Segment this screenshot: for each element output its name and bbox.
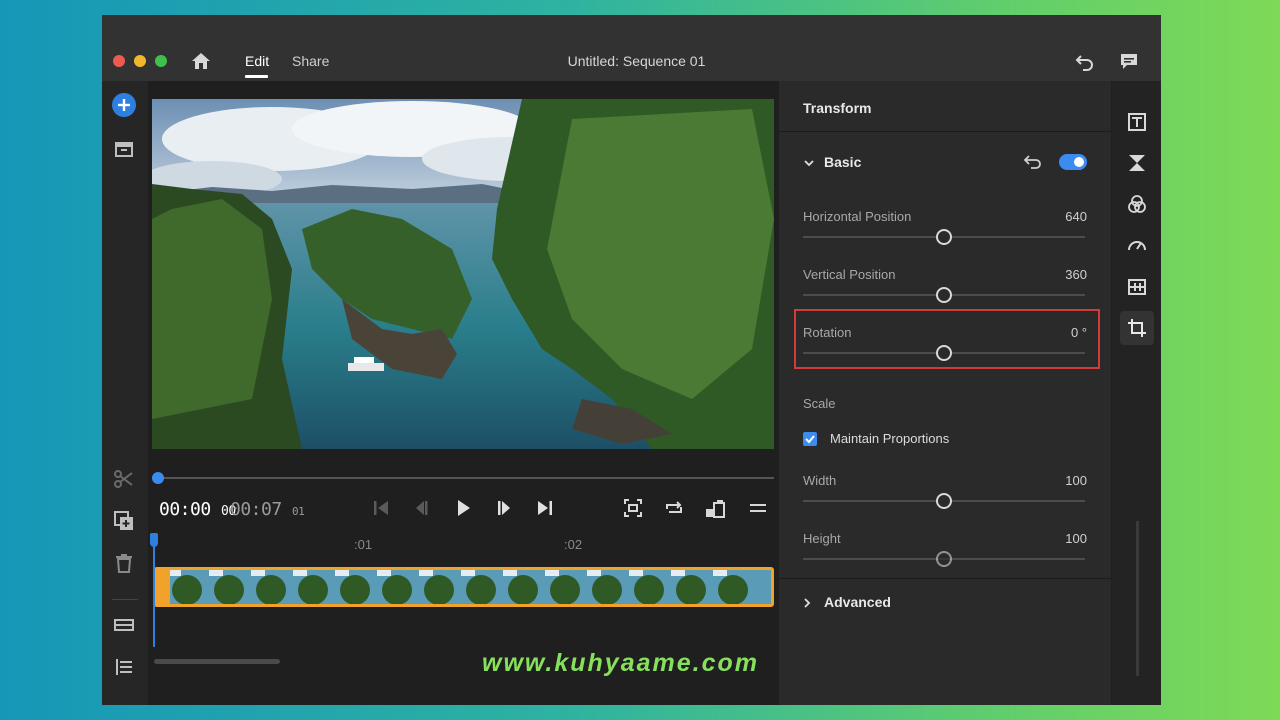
rotation-slider[interactable] xyxy=(803,345,1085,361)
toolbar-divider xyxy=(112,599,138,600)
list-icon[interactable] xyxy=(112,655,136,679)
panel-scrollbar[interactable] xyxy=(1136,521,1139,676)
advanced-section-label[interactable]: Advanced xyxy=(824,594,891,610)
undo-icon[interactable] xyxy=(1074,51,1096,71)
scrubber-track[interactable] xyxy=(158,477,774,479)
title-bar: Edit Share Untitled: Sequence 01 xyxy=(102,15,1161,81)
step-forward-icon[interactable] xyxy=(493,497,515,519)
left-toolbar xyxy=(102,81,148,705)
vertical-position-value[interactable]: 360 xyxy=(1065,267,1087,282)
height-label: Height xyxy=(803,531,841,546)
clip-trim-handle[interactable] xyxy=(154,567,170,607)
add-media-icon[interactable] xyxy=(112,93,136,117)
audio-icon[interactable] xyxy=(1126,276,1148,298)
height-knob[interactable] xyxy=(936,551,952,567)
rotation-value[interactable]: 0 ° xyxy=(1071,325,1087,340)
color-icon[interactable] xyxy=(1126,193,1148,215)
scrubber-handle[interactable] xyxy=(152,472,164,484)
ruler-mark-01: :01 xyxy=(354,537,373,552)
transitions-icon[interactable] xyxy=(1126,152,1148,174)
panel-divider xyxy=(779,131,1111,132)
height-value[interactable]: 100 xyxy=(1065,531,1087,546)
active-tab-indicator xyxy=(245,75,268,78)
horizontal-position-knob[interactable] xyxy=(936,229,952,245)
horizontal-position-slider[interactable] xyxy=(803,229,1085,245)
go-to-start-icon[interactable] xyxy=(370,497,392,519)
total-time: 00:07 xyxy=(230,499,282,520)
watermark-text: www.kuhyaame.com xyxy=(482,649,759,677)
playhead-line xyxy=(153,535,155,647)
title-icon[interactable] xyxy=(1126,111,1148,133)
go-to-end-icon[interactable] xyxy=(534,497,556,519)
width-knob[interactable] xyxy=(936,493,952,509)
video-preview[interactable] xyxy=(152,99,774,449)
video-clip[interactable] xyxy=(154,567,774,607)
height-slider[interactable] xyxy=(803,551,1085,567)
timeline-scrollbar[interactable] xyxy=(154,659,280,664)
panel-title: Transform xyxy=(803,100,872,116)
feedback-icon[interactable] xyxy=(1118,51,1140,71)
right-icon-strip xyxy=(1112,81,1161,705)
playhead-handle[interactable] xyxy=(150,533,158,547)
trash-icon[interactable] xyxy=(112,551,136,575)
app-window: Edit Share Untitled: Sequence 01 00:00 0… xyxy=(102,15,1161,705)
ruler-mark-02: :02 xyxy=(564,537,583,552)
vertical-position-label: Vertical Position xyxy=(803,267,896,282)
speed-icon[interactable] xyxy=(1126,234,1148,256)
menu-icon[interactable] xyxy=(747,497,769,519)
total-timecode: 00:07 01 xyxy=(230,499,305,520)
vertical-position-knob[interactable] xyxy=(936,287,952,303)
rotation-knob[interactable] xyxy=(936,345,952,361)
transform-panel: Transform Basic Horizontal Position 640 … xyxy=(779,81,1111,705)
width-label: Width xyxy=(803,473,837,488)
scissors-icon[interactable] xyxy=(112,467,136,491)
track-icon[interactable] xyxy=(112,613,136,637)
maintain-proportions-checkbox[interactable] xyxy=(803,432,817,446)
basic-section-label[interactable]: Basic xyxy=(824,154,861,170)
play-icon[interactable] xyxy=(452,497,474,519)
scale-label: Scale xyxy=(803,396,836,411)
maintain-proportions-label[interactable]: Maintain Proportions xyxy=(830,431,949,446)
rotation-label: Rotation xyxy=(803,325,852,340)
quality-icon[interactable] xyxy=(704,497,726,519)
crop-transform-icon[interactable] xyxy=(1126,317,1148,339)
width-value[interactable]: 100 xyxy=(1065,473,1087,488)
loop-icon[interactable] xyxy=(663,497,685,519)
step-back-icon[interactable] xyxy=(411,497,433,519)
reset-icon[interactable] xyxy=(1023,153,1043,171)
current-time: 00:00 xyxy=(159,499,211,520)
panel-divider xyxy=(779,578,1111,579)
chevron-right-icon[interactable] xyxy=(801,597,813,609)
project-icon[interactable] xyxy=(112,137,136,161)
clip-thumbnails xyxy=(157,570,771,604)
duplicate-icon[interactable] xyxy=(112,509,136,533)
vertical-position-slider[interactable] xyxy=(803,287,1085,303)
sequence-title: Untitled: Sequence 01 xyxy=(567,53,706,69)
chevron-down-icon[interactable] xyxy=(803,157,815,169)
total-frames: 01 xyxy=(292,505,305,518)
horizontal-position-value[interactable]: 640 xyxy=(1065,209,1087,224)
fit-view-icon[interactable] xyxy=(622,497,644,519)
width-slider[interactable] xyxy=(803,493,1085,509)
timeline-ruler[interactable] xyxy=(152,535,774,563)
basic-enable-toggle[interactable] xyxy=(1059,154,1087,170)
horizontal-position-label: Horizontal Position xyxy=(803,209,912,224)
current-timecode: 00:00 00 xyxy=(159,499,236,520)
